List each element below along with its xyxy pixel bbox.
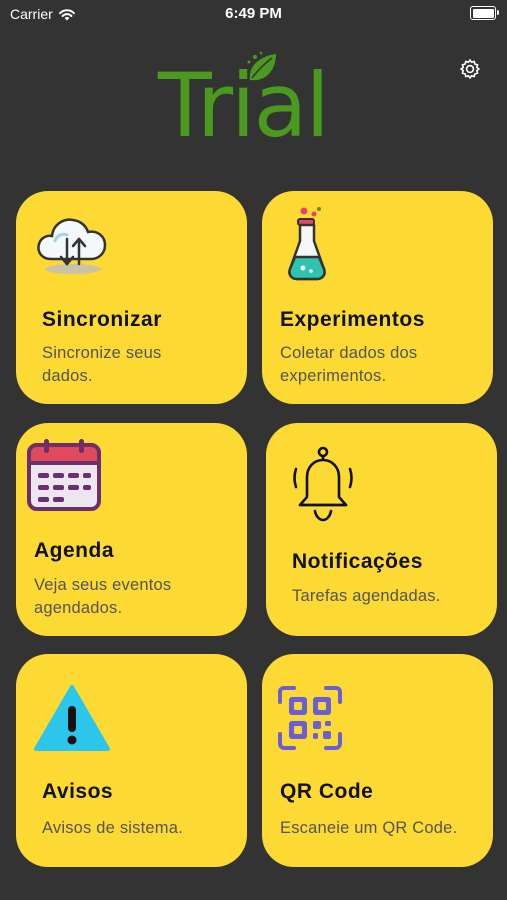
card-description: Veja seus eventos agendados. — [34, 576, 172, 617]
warning-icon — [34, 685, 110, 751]
calendar-icon — [27, 439, 101, 511]
card-title: Avisos — [42, 780, 114, 803]
card-title: Agenda — [34, 539, 115, 562]
qr-code-icon — [278, 686, 342, 750]
card-description: Escaneie um QR Code. — [280, 819, 458, 837]
flask-icon — [288, 207, 326, 281]
bell-icon — [293, 446, 353, 522]
gear-icon[interactable] — [458, 57, 482, 81]
card-avisos[interactable]: Avisos Avisos de sistema. — [16, 654, 247, 867]
card-title: Notificações — [292, 550, 423, 573]
leaf-icon — [247, 51, 276, 81]
card-title: QR Code — [280, 780, 374, 803]
card-description: Sincronize seus dados. — [42, 344, 162, 385]
card-description: Avisos de sistema. — [42, 819, 183, 837]
card-notificacoes[interactable]: Notificações Tarefas agendadas. — [266, 423, 497, 636]
card-agenda[interactable]: Agenda Veja seus eventos agendados. — [16, 423, 247, 636]
card-sincronizar[interactable]: Sincronizar Sincronize seus dados. — [16, 191, 247, 404]
card-description: Tarefas agendadas. — [292, 587, 441, 605]
card-qr-code[interactable]: QR Code Escaneie um QR Code. — [262, 654, 493, 867]
cloud-sync-icon — [37, 218, 107, 274]
app-logo: Trial — [158, 51, 348, 162]
card-title: Experimentos — [280, 308, 425, 331]
card-experimentos[interactable]: Experimentos Coletar dados dos experimen… — [262, 191, 493, 404]
card-description: Coletar dados dos experimentos. — [280, 344, 418, 385]
clock: 6:49 PM — [225, 5, 282, 22]
card-title: Sincronizar — [42, 308, 162, 331]
status-bar: Carrier 6:49 PM — [0, 0, 507, 30]
battery-icon — [470, 6, 499, 20]
